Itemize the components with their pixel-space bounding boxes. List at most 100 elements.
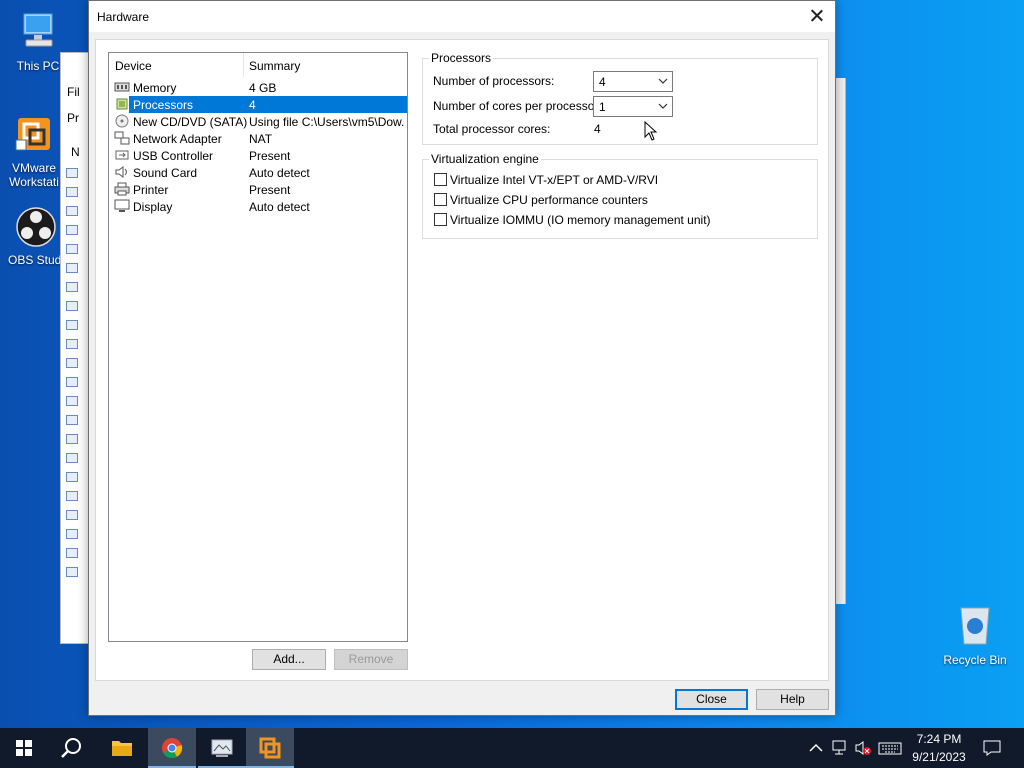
recycle-bin-icon (960, 607, 990, 645)
background-list-row-icon (66, 434, 78, 444)
taskbar: 7:24 PM 9/21/2023 (0, 728, 1024, 768)
background-list-row-icon (66, 206, 78, 216)
desktop-icon-obs[interactable]: OBS Studi (4, 206, 68, 267)
background-list-row-icon (66, 301, 78, 311)
this-pc-icon (23, 13, 53, 47)
remove-button[interactable]: Remove (334, 649, 408, 670)
background-list-row-icon (66, 453, 78, 463)
volume-muted-icon[interactable] (853, 738, 873, 758)
device-row-processors[interactable]: Processors 4 (111, 96, 407, 113)
device-summary: 4 (249, 98, 256, 112)
keyboard-icon[interactable] (878, 738, 902, 758)
column-separator[interactable] (243, 53, 244, 77)
device-row-usb-controller[interactable]: USB Controller Present (111, 147, 407, 164)
device-row-printer[interactable]: Printer Present (111, 181, 407, 198)
clock-date[interactable]: 9/21/2023 (906, 750, 972, 764)
device-summary: Present (249, 149, 291, 163)
num-processors-label: Number of processors: (433, 74, 555, 88)
taskbar-vmware[interactable] (246, 728, 294, 768)
vmware-icon (259, 737, 281, 759)
memory-icon (114, 82, 130, 92)
cores-per-processor-label: Number of cores per processor: (433, 99, 602, 113)
device-list-header: Device Summary (109, 53, 407, 78)
cpu-counters-label[interactable]: Virtualize CPU performance counters (450, 193, 648, 207)
cpu-counters-checkbox[interactable] (434, 193, 447, 206)
background-list-row-icon (66, 529, 78, 539)
chevron-up-icon[interactable] (806, 738, 826, 758)
column-header-device[interactable]: Device (115, 59, 152, 73)
device-summary: NAT (249, 132, 273, 146)
device-row-network-adapter[interactable]: Network Adapter NAT (111, 130, 407, 147)
help-button[interactable]: Help (756, 689, 829, 710)
background-list-row-icon (66, 548, 78, 558)
bg-column-fragment: N (71, 145, 80, 159)
clock-time[interactable]: 7:24 PM (906, 732, 972, 746)
usb-icon (115, 150, 129, 160)
bg-menu-fragment: Fil (67, 85, 80, 99)
background-list-row-icon (66, 263, 78, 273)
network-adapter-icon (114, 131, 130, 145)
cores-per-processor-value: 1 (599, 100, 606, 114)
device-name: Sound Card (133, 166, 198, 180)
device-summary: Auto detect (249, 166, 310, 180)
background-list-row-icon (66, 339, 78, 349)
column-header-summary[interactable]: Summary (249, 59, 300, 73)
desktop-icon-label: OBS Studi (7, 253, 65, 267)
taskbar-network-window[interactable] (198, 728, 246, 768)
hardware-dialog: Hardware Device Summary Memory 4 GB Proc… (88, 0, 836, 716)
network-window-icon (211, 739, 233, 757)
desktop-icon-recycle-bin[interactable]: Recycle Bin (942, 602, 1008, 667)
background-list-row-icon (66, 282, 78, 292)
taskbar-chrome[interactable] (148, 728, 196, 768)
background-list-row-icon (66, 244, 78, 254)
background-list-row-icon (66, 168, 78, 178)
add-button[interactable]: Add... (252, 649, 326, 670)
windows-start-icon (16, 740, 32, 756)
device-list[interactable]: Device Summary Memory 4 GB Processors 4 … (108, 52, 408, 642)
background-list-row-icon (66, 320, 78, 330)
device-name: Display (133, 200, 173, 214)
background-list-row-icon (66, 472, 78, 482)
chrome-icon (162, 738, 183, 759)
device-summary: Using file C:\Users\vm5\Dow... (249, 115, 405, 129)
background-list-row-icon (66, 510, 78, 520)
obs-icon (16, 207, 56, 247)
taskbar-file-explorer[interactable] (98, 728, 146, 768)
device-summary: Auto detect (249, 200, 310, 214)
search-icon (61, 738, 81, 758)
total-cores-value: 4 (594, 122, 601, 136)
search-button[interactable] (48, 728, 96, 768)
cd-dvd-icon (115, 114, 129, 128)
start-button[interactable] (0, 728, 48, 768)
device-row-cd-dvd[interactable]: New CD/DVD (SATA) Using file C:\Users\vm… (111, 113, 407, 130)
notification-icon[interactable] (982, 738, 1002, 758)
device-row-memory[interactable]: Memory 4 GB (111, 79, 407, 96)
device-row-display[interactable]: Display Auto detect (111, 198, 407, 215)
background-list-row-icon (66, 225, 78, 235)
processor-icon (116, 98, 128, 110)
dialog-content-panel: Device Summary Memory 4 GB Processors 4 … (95, 39, 829, 681)
processors-group-label: Processors (429, 51, 494, 65)
virtualization-group-label: Virtualization engine (429, 152, 541, 166)
iommu-checkbox[interactable] (434, 213, 447, 226)
chevron-down-icon (658, 78, 668, 84)
network-icon[interactable] (830, 738, 850, 758)
num-processors-select[interactable]: 4 (593, 71, 673, 92)
vtx-label[interactable]: Virtualize Intel VT-x/EPT or AMD-V/RVI (450, 173, 658, 187)
iommu-label[interactable]: Virtualize IOMMU (IO memory management u… (450, 213, 711, 227)
desktop-icon-vmware[interactable]: VMware Workstati (2, 114, 66, 189)
close-button[interactable]: Close (675, 689, 748, 710)
close-icon[interactable] (803, 3, 831, 29)
desktop-icon-label: Recycle Bin (943, 653, 1007, 667)
bg-toolbar-fragment: Pr (67, 111, 79, 125)
vtx-checkbox[interactable] (434, 173, 447, 186)
background-list-row-icon (66, 377, 78, 387)
device-row-sound-card[interactable]: Sound Card Auto detect (111, 164, 407, 181)
sound-icon (115, 166, 127, 178)
desktop-icon-label: VMware Workstati (9, 161, 59, 189)
device-name: Network Adapter (133, 132, 222, 146)
printer-icon (114, 182, 130, 196)
cores-per-processor-select[interactable]: 1 (593, 96, 673, 117)
dialog-titlebar[interactable]: Hardware (89, 1, 835, 32)
background-list-row-icon (66, 396, 78, 406)
